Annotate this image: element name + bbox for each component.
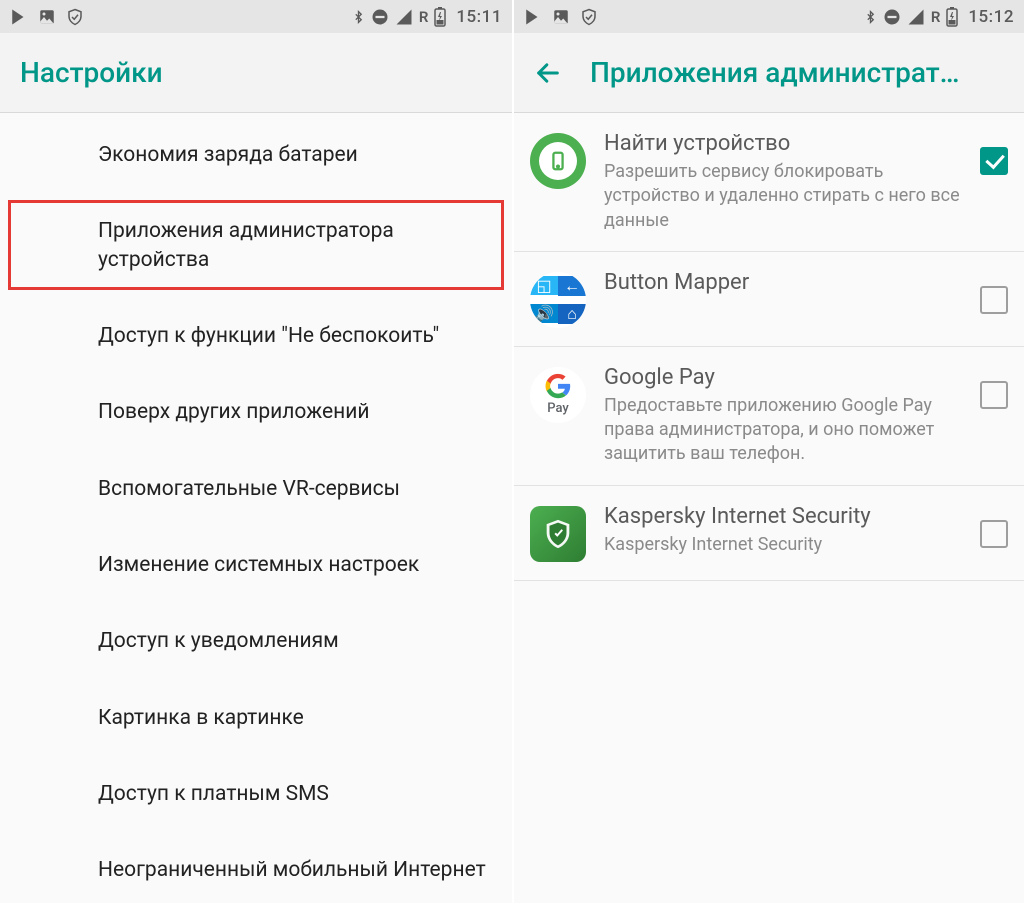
dnd-icon	[371, 8, 389, 26]
admin-apps-list: Найти устройство Разрешить сервису блоки…	[514, 113, 1024, 903]
settings-item-vr-helper-services[interactable]: Вспомогательные VR-сервисы	[0, 451, 512, 527]
admin-app-title: Google Pay	[604, 365, 962, 390]
play-store-icon	[524, 8, 542, 26]
settings-item-draw-over-apps[interactable]: Поверх других приложений	[0, 374, 512, 450]
gallery-icon	[38, 8, 56, 26]
settings-item-battery-saver[interactable]: Экономия заряда батареи	[0, 117, 512, 193]
kaspersky-icon	[530, 506, 586, 562]
google-pay-icon: Pay	[530, 367, 586, 423]
bluetooth-icon	[864, 7, 877, 27]
status-bar: R 15:11	[0, 0, 512, 33]
settings-item-unlimited-mobile-data[interactable]: Неограниченный мобильный Интернет	[0, 832, 512, 903]
admin-app-checkbox[interactable]	[980, 147, 1008, 175]
settings-item-picture-in-picture[interactable]: Картинка в картинке	[0, 680, 512, 756]
admin-app-find-device[interactable]: Найти устройство Разрешить сервису блоки…	[514, 113, 1024, 252]
status-bar: R 15:12	[514, 0, 1024, 33]
status-time: 15:11	[456, 7, 502, 27]
bluetooth-icon	[352, 7, 365, 27]
signal-icon	[907, 8, 925, 26]
shield-icon	[580, 7, 598, 27]
battery-icon	[946, 7, 958, 27]
gallery-icon	[552, 8, 570, 26]
roaming-indicator: R	[419, 8, 429, 26]
page-title: Приложения администрат…	[590, 56, 959, 89]
button-mapper-icon: ◱← 🔊⌂	[530, 272, 586, 328]
admin-app-checkbox[interactable]	[980, 286, 1008, 314]
admin-app-desc: Предоставьте приложению Google Pay права…	[604, 394, 962, 467]
page-title: Настройки	[20, 56, 163, 89]
admin-app-button-mapper[interactable]: ◱← 🔊⌂ Button Mapper	[514, 252, 1024, 347]
admin-app-title: Найти устройство	[604, 131, 962, 156]
settings-item-modify-system-settings[interactable]: Изменение системных настроек	[0, 527, 512, 603]
admin-app-title: Kaspersky Internet Security	[604, 504, 962, 529]
settings-item-device-admin-apps[interactable]: Приложения администратора устройства	[0, 193, 512, 298]
settings-item-dnd-access[interactable]: Доступ к функции "Не беспокоить"	[0, 298, 512, 374]
signal-icon	[395, 8, 413, 26]
admin-app-checkbox[interactable]	[980, 381, 1008, 409]
shield-icon	[66, 7, 84, 27]
settings-list: Экономия заряда батареи Приложения админ…	[0, 113, 512, 903]
admin-app-title: Button Mapper	[604, 270, 962, 295]
settings-item-notification-access[interactable]: Доступ к уведомлениям	[0, 603, 512, 679]
status-time: 15:12	[968, 7, 1014, 27]
roaming-indicator: R	[931, 8, 941, 26]
admin-app-desc: Разрешить сервису блокировать устройство…	[604, 160, 962, 233]
settings-item-premium-sms-access[interactable]: Доступ к платным SMS	[0, 756, 512, 832]
find-device-icon	[530, 133, 586, 189]
app-bar-settings: Настройки	[0, 33, 512, 113]
screen-device-admin-apps: R 15:12 Приложения администрат… Найти ус…	[512, 0, 1024, 903]
admin-app-google-pay[interactable]: Pay Google Pay Предоставьте приложению G…	[514, 347, 1024, 486]
admin-app-desc: Kaspersky Internet Security	[604, 533, 962, 557]
dnd-icon	[883, 8, 901, 26]
gpay-label: Pay	[547, 401, 569, 416]
admin-app-checkbox[interactable]	[980, 520, 1008, 548]
play-store-icon	[10, 8, 28, 26]
admin-app-kaspersky[interactable]: Kaspersky Internet Security Kaspersky In…	[514, 486, 1024, 581]
back-button[interactable]	[534, 59, 562, 87]
battery-icon	[434, 7, 446, 27]
app-bar-admin-apps: Приложения администрат…	[514, 33, 1024, 113]
screen-settings: R 15:11 Настройки Экономия заряда батаре…	[0, 0, 512, 903]
